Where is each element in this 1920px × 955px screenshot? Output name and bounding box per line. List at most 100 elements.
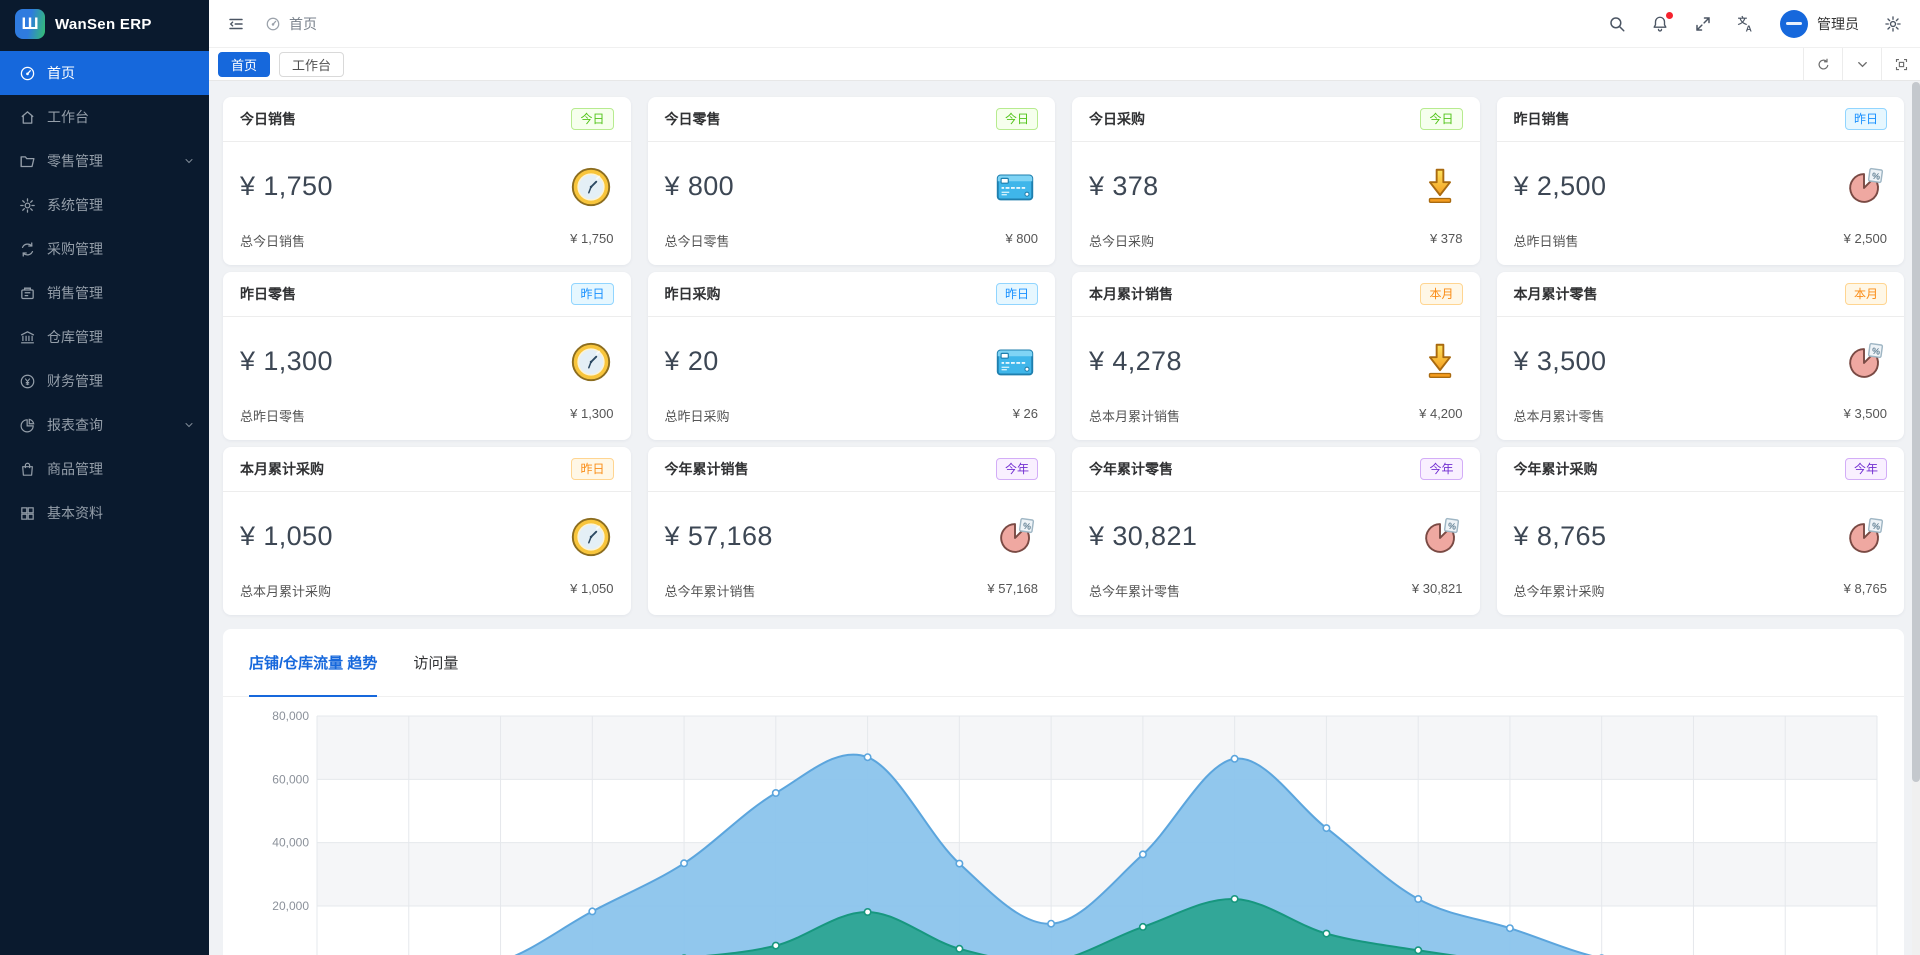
- card-footer-label: 总本月累计采购: [240, 581, 331, 600]
- sidebar-item-basic[interactable]: 基本资料: [0, 491, 209, 535]
- card-period-badge: 今年: [1420, 458, 1462, 480]
- card-value: ¥ 2,500: [1514, 171, 1607, 202]
- card-footer-label: 总本月累计零售: [1514, 406, 1605, 425]
- card-footer-value: ¥ 3,500: [1844, 406, 1887, 425]
- svg-text:80,000: 80,000: [272, 709, 309, 723]
- sidebar-item-label: 采购管理: [47, 239, 195, 259]
- avatar: [1780, 10, 1808, 38]
- sidebar-item-warehouse[interactable]: 仓库管理: [0, 315, 209, 359]
- card-value: ¥ 4,278: [1089, 346, 1182, 377]
- card-value: ¥ 30,821: [1089, 521, 1197, 552]
- card-footer-value: ¥ 378: [1430, 231, 1463, 250]
- card-title: 昨日销售: [1514, 109, 1570, 129]
- scrollbar-thumb[interactable]: [1912, 82, 1920, 782]
- card-period-badge: 今日: [996, 108, 1038, 130]
- sidebar-item-label: 零售管理: [47, 151, 172, 171]
- svg-text:%: %: [1871, 520, 1880, 531]
- svg-text:%: %: [1871, 345, 1880, 356]
- fullscreen-icon[interactable]: [1694, 15, 1712, 33]
- breadcrumb-label[interactable]: 首页: [289, 14, 317, 34]
- stat-card: 今日销售 今日 ¥ 1,750 总今日销售 ¥ 1,750: [223, 97, 631, 265]
- app-root: Ш WanSen ERP 首页 工作台 零售管理 系统管理 采购管理 销售管理 …: [0, 0, 1920, 955]
- page-tab[interactable]: 工作台: [279, 52, 344, 77]
- app-title: WanSen ERP: [55, 16, 152, 33]
- card-footer-label: 总今日销售: [240, 231, 305, 250]
- card-footer-value: ¥ 800: [1005, 231, 1038, 250]
- breadcrumb: 首页: [265, 14, 317, 34]
- stat-card: 本月累计销售 本月 ¥ 4,278 总本月累计销售 ¥ 4,200: [1072, 272, 1480, 440]
- chart-tab[interactable]: 店铺/仓库流量 趋势: [249, 629, 377, 696]
- card-footer-value: ¥ 1,300: [570, 406, 613, 425]
- card-footer-value: ¥ 30,821: [1412, 581, 1463, 600]
- content-fullscreen-icon[interactable]: [1881, 48, 1920, 80]
- refresh-icon[interactable]: [1803, 48, 1842, 80]
- tab-controls: [1803, 48, 1920, 80]
- sidebar-item-label: 仓库管理: [47, 327, 195, 347]
- card-value: ¥ 1,750: [240, 171, 333, 202]
- translate-icon[interactable]: 文A: [1737, 15, 1755, 33]
- card-period-badge: 今日: [1420, 108, 1462, 130]
- user-menu[interactable]: 管理员: [1780, 10, 1859, 38]
- top-header: 首页 文A 管理员: [209, 0, 1920, 48]
- main-area: 首页 文A 管理员 首页工作台: [209, 0, 1920, 955]
- sidebar-item-reports[interactable]: 报表查询: [0, 403, 209, 447]
- stat-card: 昨日零售 昨日 ¥ 1,300 总昨日零售 ¥ 1,300: [223, 272, 631, 440]
- sidebar-item-goods[interactable]: 商品管理: [0, 447, 209, 491]
- sidebar-item-label: 首页: [47, 63, 195, 83]
- search-icon[interactable]: [1608, 15, 1626, 33]
- svg-text:%: %: [1447, 520, 1456, 531]
- card-footer-value: ¥ 4,200: [1419, 406, 1462, 425]
- card-title: 本月累计零售: [1514, 284, 1598, 304]
- sidebar-collapse-icon[interactable]: [227, 15, 245, 33]
- header-actions: 文A 管理员: [1608, 10, 1902, 38]
- card-period-badge: 昨日: [571, 458, 613, 480]
- app-logo[interactable]: Ш WanSen ERP: [0, 0, 209, 48]
- bank-card-icon: [992, 164, 1038, 210]
- card-footer-label: 总昨日销售: [1514, 231, 1579, 250]
- chevron-down-icon[interactable]: [1842, 48, 1881, 80]
- notifications-button[interactable]: [1651, 15, 1669, 33]
- sidebar-item-system[interactable]: 系统管理: [0, 183, 209, 227]
- dashboard-icon: [265, 16, 281, 32]
- card-title: 今年累计销售: [665, 459, 749, 479]
- sidebar-item-sales[interactable]: 销售管理: [0, 271, 209, 315]
- sidebar-item-retail[interactable]: 零售管理: [0, 139, 209, 183]
- card-footer-value: ¥ 26: [1013, 406, 1038, 425]
- stat-card: 今年累计采购 今年 ¥ 8,765 % 总今年累计采购 ¥ 8,765: [1497, 447, 1905, 615]
- stat-cards-grid: 今日销售 今日 ¥ 1,750 总今日销售 ¥ 1,750 今日零售 今日 ¥ …: [223, 97, 1904, 615]
- pie-icon: %: [992, 514, 1038, 560]
- settings-gear-icon[interactable]: [1884, 15, 1902, 33]
- card-period-badge: 今日: [571, 108, 613, 130]
- stat-card: 昨日采购 昨日 ¥ 20 总昨日采购 ¥ 26: [648, 272, 1056, 440]
- sidebar-item-label: 基本资料: [47, 503, 195, 523]
- pie-icon: %: [1841, 339, 1887, 385]
- page-tab[interactable]: 首页: [218, 52, 270, 77]
- vertical-scrollbar[interactable]: [1912, 82, 1920, 955]
- chart-tab[interactable]: 访问量: [413, 629, 458, 696]
- card-value: ¥ 378: [1089, 171, 1159, 202]
- sidebar: Ш WanSen ERP 首页 工作台 零售管理 系统管理 采购管理 销售管理 …: [0, 0, 209, 955]
- clock-icon: [568, 164, 614, 210]
- card-value: ¥ 1,300: [240, 346, 333, 377]
- card-title: 本月累计采购: [240, 459, 324, 479]
- sidebar-item-workbench[interactable]: 工作台: [0, 95, 209, 139]
- card-footer-label: 总昨日零售: [240, 406, 305, 425]
- bank-icon: [19, 329, 36, 346]
- bank-card-icon: [992, 339, 1038, 385]
- sidebar-item-finance[interactable]: 财务管理: [0, 359, 209, 403]
- card-footer-value: ¥ 1,050: [570, 581, 613, 600]
- page-tabs: 首页工作台: [218, 52, 353, 77]
- sidebar-item-dashboard[interactable]: 首页: [0, 51, 209, 95]
- card-footer-label: 总本月累计销售: [1089, 406, 1180, 425]
- card-title: 本月累计销售: [1089, 284, 1173, 304]
- card-title: 昨日零售: [240, 284, 296, 304]
- sidebar-item-purchase[interactable]: 采购管理: [0, 227, 209, 271]
- card-period-badge: 本月: [1420, 283, 1462, 305]
- card-footer-value: ¥ 57,168: [987, 581, 1038, 600]
- card-value: ¥ 57,168: [665, 521, 773, 552]
- stat-card: 今日零售 今日 ¥ 800 总今日零售 ¥ 800: [648, 97, 1056, 265]
- svg-text:40,000: 40,000: [272, 836, 309, 850]
- card-title: 今日销售: [240, 109, 296, 129]
- sidebar-menu: 首页 工作台 零售管理 系统管理 采购管理 销售管理 仓库管理 财务管理 报表查…: [0, 48, 209, 535]
- pie-icon: %: [1841, 164, 1887, 210]
